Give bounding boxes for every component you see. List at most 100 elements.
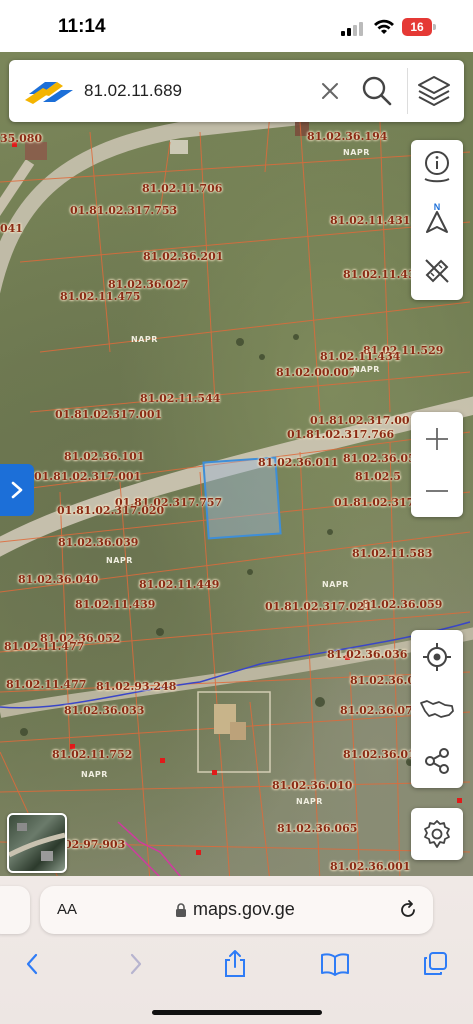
parcel-label: 81.02.36.101	[64, 450, 145, 463]
back-button[interactable]	[18, 946, 46, 982]
map-tools-panel: N	[411, 140, 463, 300]
location-tools-panel	[411, 630, 463, 788]
parcel-label: 01.81.02.317.753	[70, 204, 178, 217]
parcel-label: 81.02.36.194	[307, 130, 388, 143]
search-input[interactable]: 81.02.11.689	[84, 81, 182, 101]
share-button[interactable]	[411, 738, 463, 784]
parcel-label: 81.02.36.011	[258, 456, 339, 469]
parcel-label: 81.02.11.477	[6, 678, 87, 691]
parcel-label: 81.02.00.007	[276, 366, 357, 379]
watermark-label: NAPR	[296, 797, 323, 806]
chevron-right-icon	[11, 481, 23, 499]
share-page-button[interactable]	[220, 946, 250, 982]
info-pin-icon	[424, 151, 450, 183]
map-canvas[interactable]: 35.080 81.02.36.194 01.81.02.317.753 81.…	[0, 52, 473, 882]
parcel-label: 81.02.11.583	[352, 547, 433, 560]
parcel-label: 81.02.36.201	[143, 250, 224, 263]
book-icon	[321, 953, 349, 976]
parcel-label: 81.02.36.040	[18, 573, 99, 586]
parcel-label: 81.02.36.059	[362, 598, 443, 611]
search-icon	[362, 76, 392, 106]
basemap-switcher-thumbnail[interactable]	[7, 813, 67, 873]
parcel-label: 81.02.36.039	[58, 536, 139, 549]
settings-panel	[411, 808, 463, 860]
parcel-label: 81.02.36.01	[343, 748, 416, 761]
search-bar: 81.02.11.689	[9, 60, 464, 122]
locate-button[interactable]	[411, 634, 463, 680]
browser-toolbar: AA maps.gov.ge	[0, 876, 473, 1024]
forward-button[interactable]	[122, 946, 150, 982]
watermark-label: NAPR	[353, 365, 380, 374]
watermark-label: NAPR	[106, 556, 133, 565]
previous-tab-preview[interactable]	[0, 886, 30, 934]
cellular-signal-icon	[341, 22, 363, 36]
parcel-label: 81.02.36.010	[272, 779, 353, 792]
parcel-label: 81.02.11.544	[140, 392, 221, 405]
close-icon	[322, 83, 338, 99]
parcel-label: 81.02.36.07	[340, 704, 413, 717]
compass-letter: N	[434, 202, 441, 212]
chevron-left-icon	[26, 953, 38, 975]
ruler-pencil-icon	[425, 259, 449, 283]
settings-button[interactable]	[411, 811, 463, 857]
plus-icon	[426, 428, 448, 450]
parcel-label: 81.02.11.434	[320, 350, 401, 363]
parcel-label: 81.02.11.477	[4, 640, 85, 653]
battery-indicator: 16	[402, 18, 432, 36]
reader-options-button[interactable]: AA	[57, 901, 77, 918]
zoom-panel	[411, 412, 463, 517]
share-upload-icon	[225, 950, 245, 977]
tabs-button[interactable]	[420, 946, 450, 982]
open-sidebar-button[interactable]	[0, 464, 34, 516]
tabs-icon	[424, 952, 447, 975]
search-button[interactable]	[360, 74, 394, 108]
parcel-label: 81.02.93.248	[96, 680, 177, 693]
zoom-in-button[interactable]	[411, 416, 463, 462]
parcel-label: 01.81.02.317.001	[310, 414, 418, 427]
compass-north-icon: N	[426, 202, 448, 233]
parcel-label: 35.080	[0, 132, 43, 145]
gear-icon	[424, 820, 450, 848]
chevron-right-icon	[130, 953, 142, 975]
measure-button[interactable]	[411, 248, 463, 294]
url-text: maps.gov.ge	[193, 899, 295, 919]
country-extent-button[interactable]	[411, 686, 463, 732]
parcel-label: 81.02.36.001	[330, 860, 411, 873]
status-bar: 11:14 16	[0, 0, 473, 52]
compass-button[interactable]: N	[411, 196, 463, 242]
reload-icon[interactable]	[397, 899, 419, 921]
georgia-map-icon	[420, 700, 454, 718]
satellite-thumbnail-image	[9, 823, 65, 861]
layers-icon	[418, 76, 450, 106]
parcel-label: 01.81.02.317.021	[265, 600, 373, 613]
parcel-label: 81.02.11.431	[330, 214, 411, 227]
lock-icon	[176, 903, 186, 917]
napr-logo-icon	[25, 82, 73, 104]
parcel-label: 01.81.02.317.001	[34, 470, 142, 483]
search-divider	[407, 68, 408, 114]
parcel-label: 81.02.11.752	[52, 748, 133, 761]
parcel-label: 81.02.36.033	[64, 704, 145, 717]
watermark-label: NAPR	[322, 580, 349, 589]
address-bar[interactable]: AA maps.gov.ge	[40, 886, 433, 934]
parcel-label: 01.81.02.317.020	[57, 504, 165, 517]
browser-nav-row	[0, 946, 473, 986]
layers-button[interactable]	[413, 72, 455, 110]
parcel-label: 81.02.11.449	[139, 578, 220, 591]
parcel-label: 81.02.5	[355, 470, 401, 483]
crosshair-icon	[423, 643, 451, 671]
parcel-label: 81.02.36.036	[327, 648, 408, 661]
clear-search-button[interactable]	[315, 76, 345, 106]
zoom-out-button[interactable]	[411, 468, 463, 514]
wifi-icon	[374, 19, 394, 34]
battery-cap	[433, 24, 436, 30]
info-button[interactable]	[411, 144, 463, 190]
bookmarks-button[interactable]	[318, 946, 352, 982]
home-indicator	[152, 1010, 322, 1015]
parcel-label: 81.02.36.065	[277, 822, 358, 835]
parcel-label: 02.97.903	[64, 838, 126, 851]
status-time: 11:14	[58, 16, 106, 37]
parcel-label: 01.81.02.317	[334, 496, 415, 509]
share-icon	[425, 748, 449, 774]
parcel-label: 01.81.02.317.001	[55, 408, 163, 421]
